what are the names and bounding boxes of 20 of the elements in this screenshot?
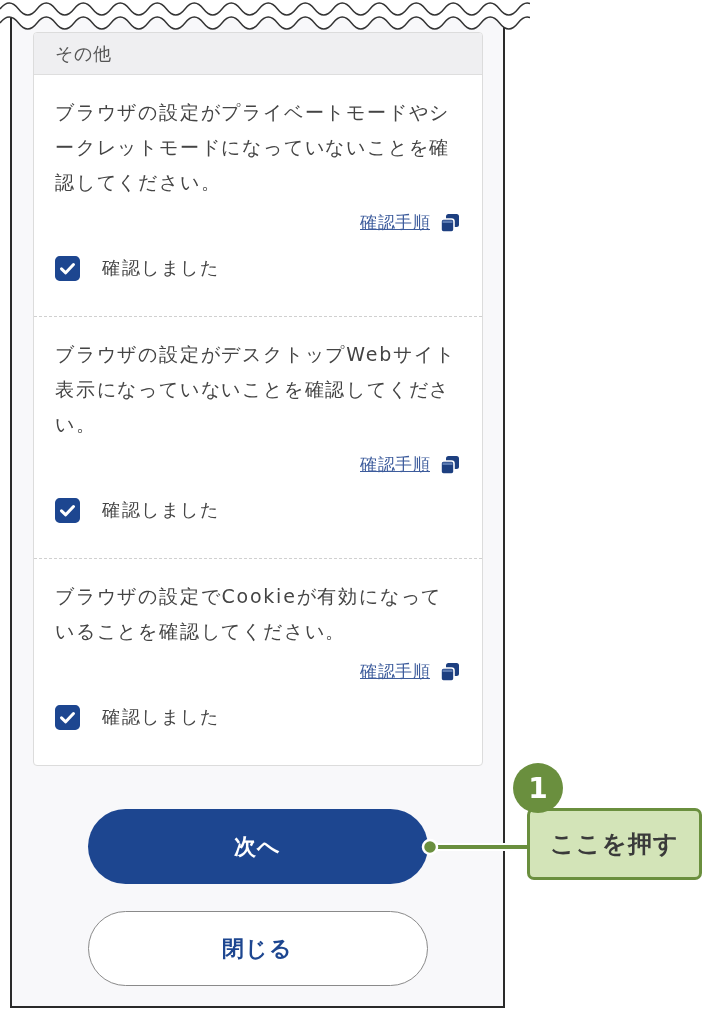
checkbox-label: 確認しました	[102, 256, 219, 280]
checkbox-label: 確認しました	[102, 498, 219, 522]
primary-button[interactable]: 次へ	[87, 809, 428, 884]
instruction-text: ブラウザの設定がプライベートモードやシークレットモードになっていないことを確認してください。	[55, 100, 452, 195]
stacked-windows-icon	[440, 661, 460, 682]
checkbox[interactable]	[55, 704, 80, 730]
checkbox[interactable]	[55, 255, 80, 281]
step-number-badge: 1	[513, 763, 563, 813]
callout-box: ここを押す	[527, 808, 702, 880]
stacked-windows-icon	[440, 212, 460, 233]
secondary-button[interactable]: 閉じる	[87, 911, 428, 986]
procedure-link[interactable]: 確認手順	[360, 453, 460, 476]
instruction-text: ブラウザの設定がデスクトップWebサイト表示になっていないことを確認してください。	[55, 342, 457, 437]
checkbox-label: 確認しました	[102, 705, 219, 729]
procedure-link[interactable]: 確認手順	[360, 211, 460, 234]
instruction-text: ブラウザの設定でCookieが有効になっていることを確認してください。	[55, 584, 444, 644]
section-header: その他	[34, 33, 482, 75]
stacked-windows-icon	[440, 454, 460, 475]
checkbox[interactable]	[55, 497, 80, 523]
procedure-link[interactable]: 確認手順	[360, 660, 460, 683]
